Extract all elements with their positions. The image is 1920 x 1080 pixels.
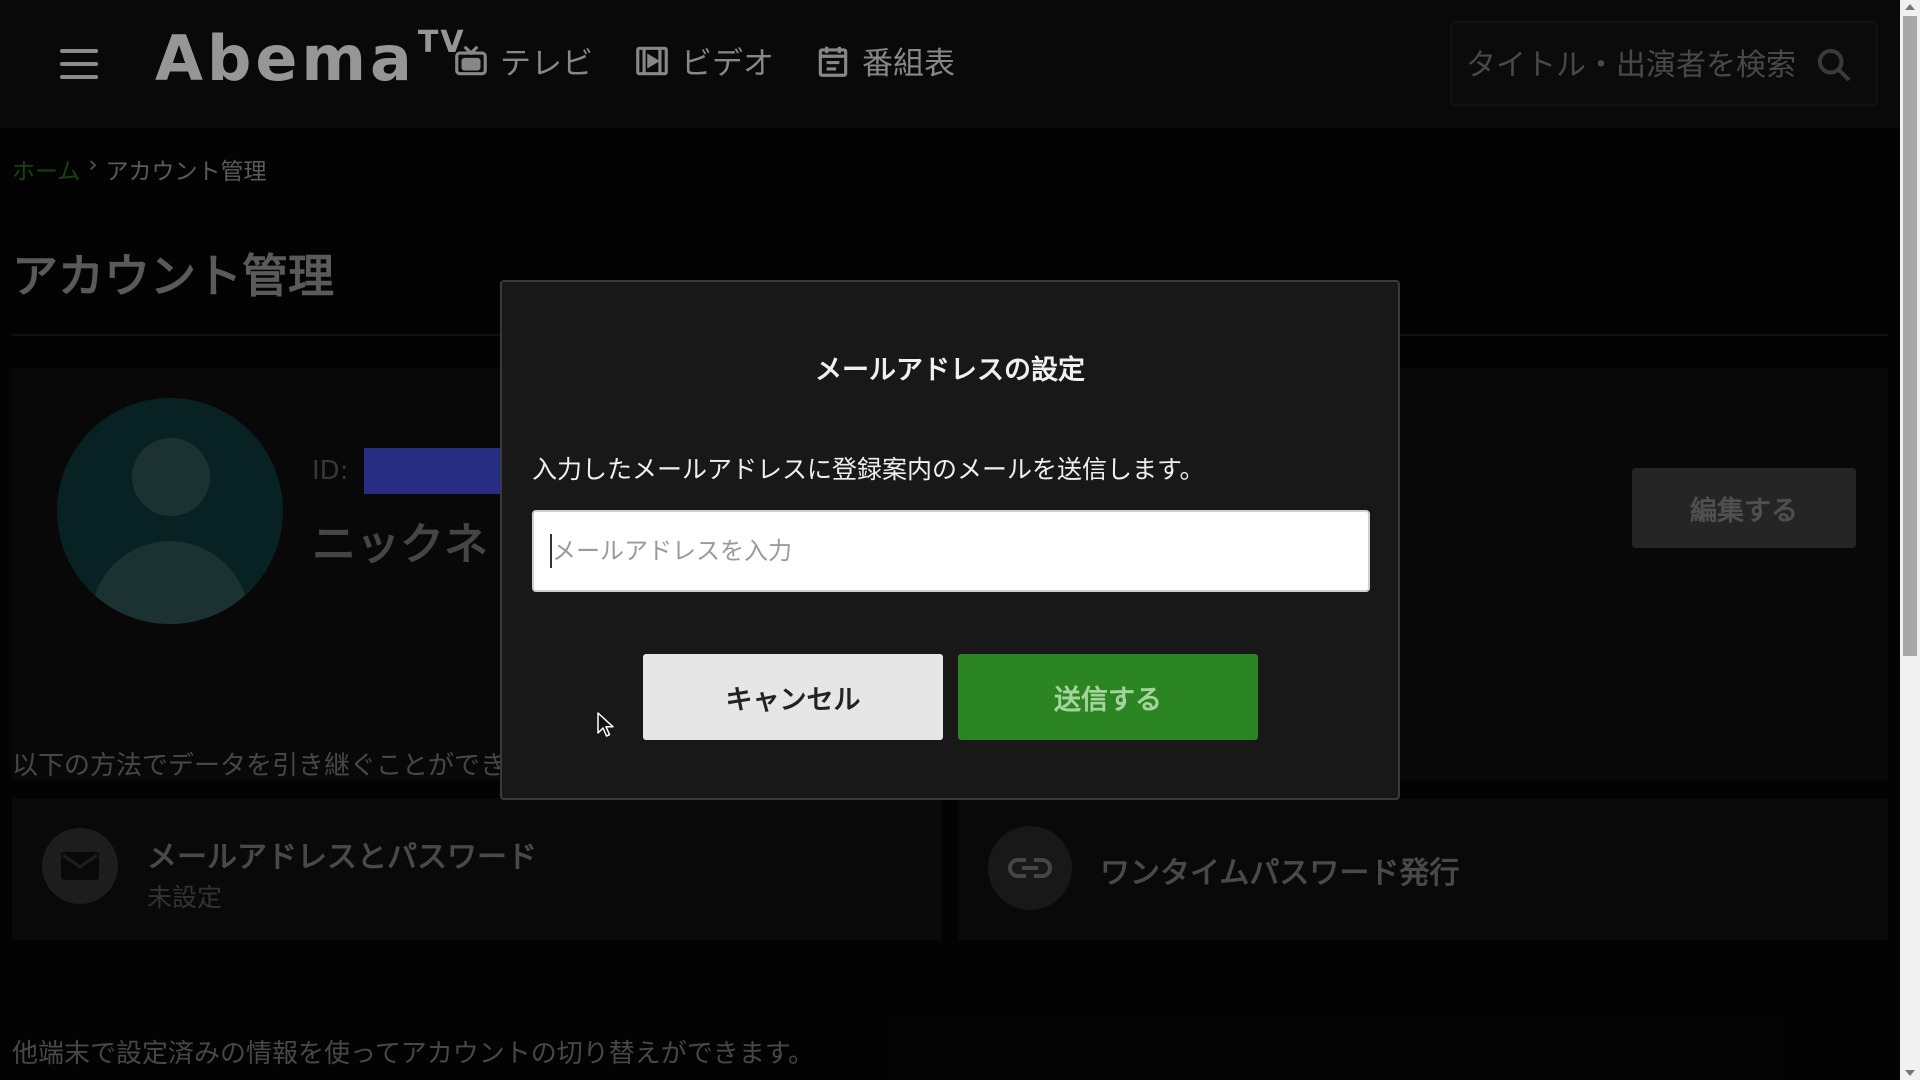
page-scrollbar[interactable] (1900, 0, 1920, 1080)
text-caret (550, 534, 552, 568)
dialog-description: 入力したメールアドレスに登録案内のメールを送信します。 (532, 455, 1205, 484)
email-settings-dialog: メールアドレスの設定 入力したメールアドレスに登録案内のメールを送信します。 キ… (500, 280, 1400, 800)
dialog-title: メールアドレスの設定 (815, 355, 1085, 386)
mouse-pointer-icon (597, 712, 614, 737)
scroll-down-arrow-icon[interactable] (1905, 1070, 1915, 1076)
scroll-up-arrow-icon[interactable] (1905, 4, 1915, 10)
email-field[interactable] (532, 510, 1370, 592)
scroll-thumb[interactable] (1903, 16, 1917, 656)
send-button[interactable]: 送信する (958, 654, 1258, 740)
cancel-button[interactable]: キャンセル (643, 654, 943, 740)
